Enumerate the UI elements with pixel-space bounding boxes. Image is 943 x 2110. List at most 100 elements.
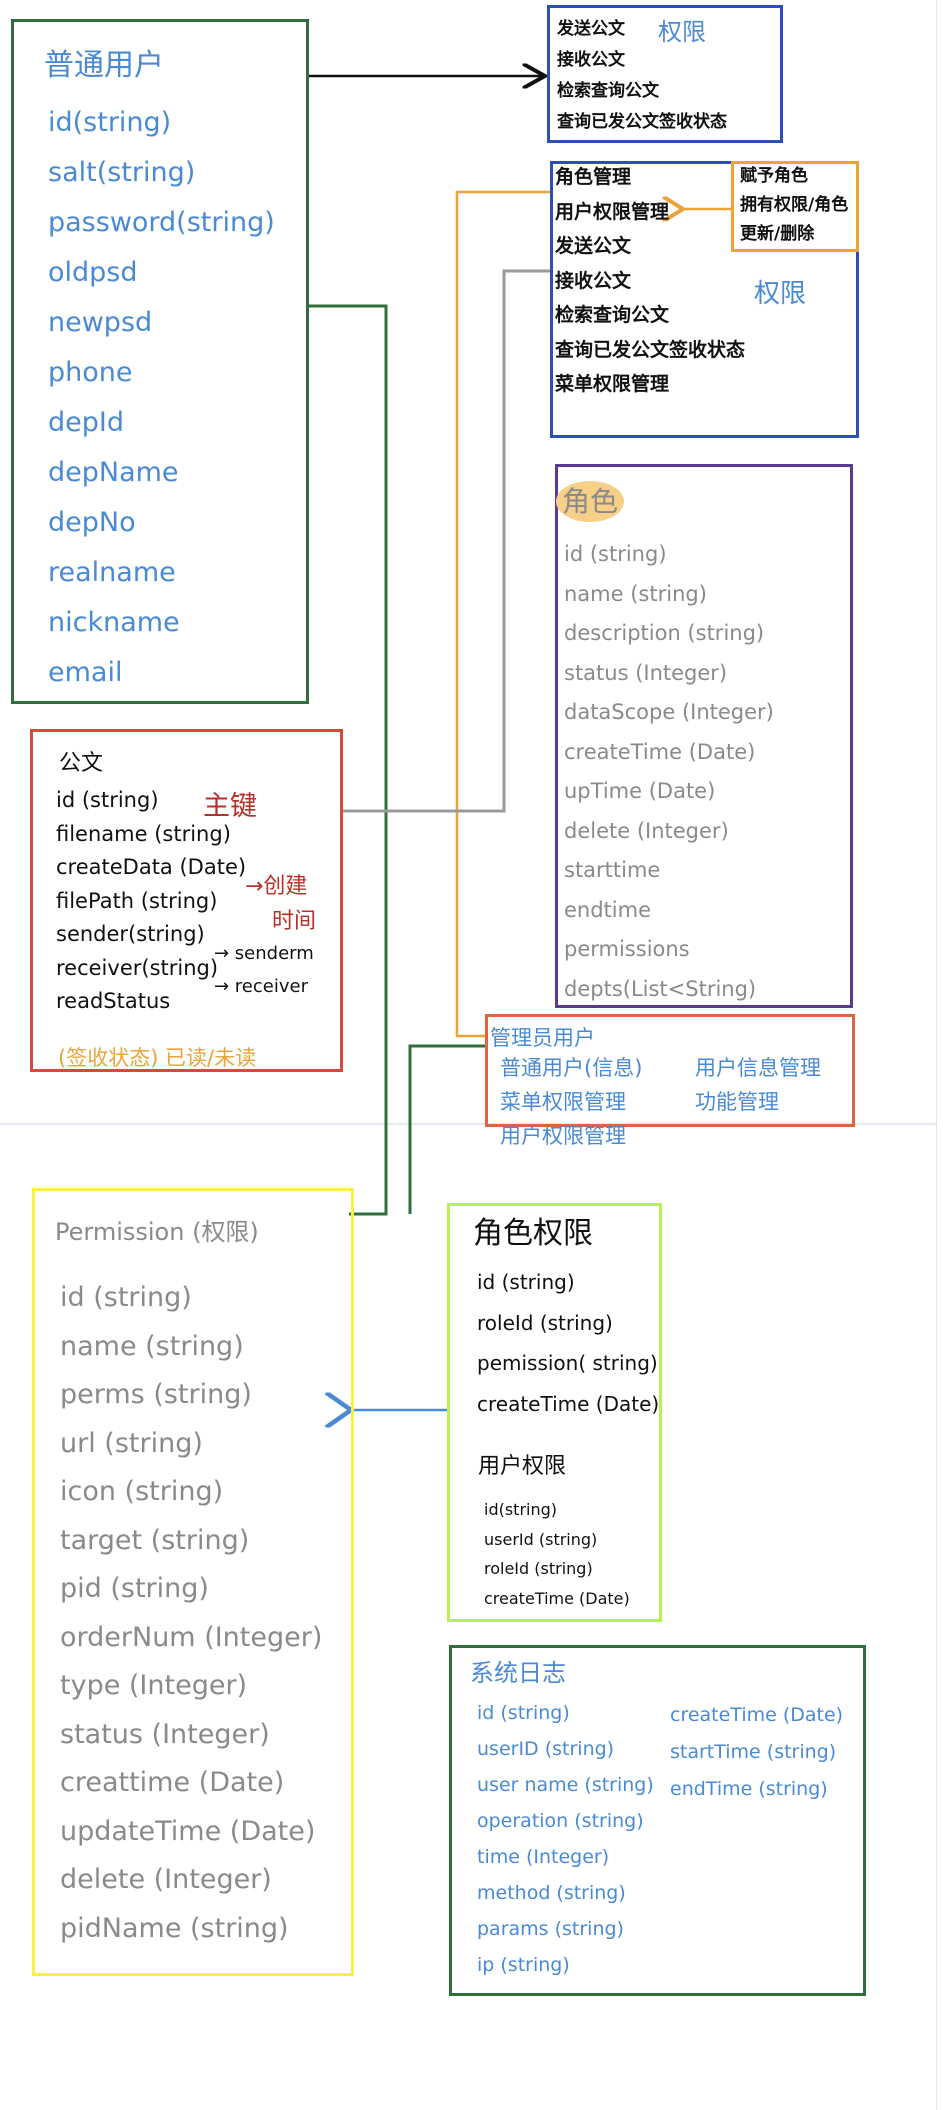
perm-sub-item-row: 更新/删除 — [740, 220, 848, 249]
field-row: user name (string) — [477, 1767, 654, 1803]
field: filename (string) — [56, 821, 231, 846]
admin-item: 菜单权限管理 — [500, 1090, 626, 1114]
perm-main-label: 权限 — [754, 279, 807, 309]
field: url (string) — [60, 1427, 203, 1459]
field: params (string) — [477, 1918, 624, 1940]
field-row: status (Integer) — [60, 1711, 322, 1760]
permission-fields: id (string) name (string) perms (string) ur… — [60, 1274, 322, 1953]
field-row: orderNum (Integer) — [60, 1614, 322, 1663]
admin-item: 用户权限管理 — [500, 1124, 626, 1148]
field-row: dataScope (Integer) — [564, 693, 774, 733]
admin-item: 普通用户(信息) — [500, 1056, 643, 1080]
field: target (string) — [60, 1524, 250, 1556]
role-permission-title: 角色权限 — [473, 1216, 593, 1251]
field: createTime (Date) — [484, 1588, 630, 1608]
perm-item-row: 检索查询公文 — [557, 76, 727, 107]
field-row: name (string) — [564, 575, 774, 615]
field: pidName (string) — [60, 1912, 289, 1944]
field-row: delete (Integer) — [564, 812, 774, 852]
field: dataScope (Integer) — [564, 700, 774, 724]
field: description (string) — [564, 621, 765, 645]
role-permission-fields: id (string) roleId (string) pemission( str… — [477, 1262, 659, 1424]
field: salt(string) — [48, 157, 196, 188]
role-title: 角色 — [556, 481, 625, 522]
field-row: id (string) — [60, 1274, 322, 1323]
permission-title: Permission (权限) — [55, 1218, 259, 1246]
log-right-fields: createTime (Date) startTime (string) endTi… — [670, 1697, 843, 1808]
field-row: salt(string) — [48, 148, 275, 198]
field-row: pidName (string) — [60, 1905, 322, 1954]
field-row: depNo — [48, 498, 275, 548]
field: userID (string) — [477, 1738, 615, 1760]
field: realname — [48, 557, 176, 588]
field: status (Integer) — [564, 660, 728, 685]
perm-item: 菜单权限管理 — [555, 373, 670, 395]
perm-item: 发送公文 — [557, 19, 625, 39]
line-admin-to-permission — [408, 1044, 485, 1214]
field-row: pid (string) — [60, 1565, 322, 1614]
field: name (string) — [564, 581, 707, 606]
field-row: time (Integer) — [477, 1839, 654, 1875]
perm-item-row: 角色管理 — [555, 160, 745, 195]
field-row: userID (string) — [477, 1731, 654, 1767]
field: creattime (Date) — [60, 1767, 285, 1798]
field-row: depId — [48, 398, 275, 448]
field-row: ip (string) — [477, 1947, 654, 1983]
field: id(string) — [48, 107, 172, 138]
perm-item: 查询已发公文签收状态 — [557, 112, 727, 132]
perm-sub-item: 拥有权限/角色 — [740, 195, 849, 215]
field: orderNum (Integer) — [60, 1621, 323, 1653]
field: filePath (string) — [56, 888, 218, 913]
admin-item: 功能管理 — [695, 1090, 779, 1114]
field: id (string) — [477, 1270, 575, 1294]
field-row: createTime (Date) — [670, 1697, 843, 1734]
perm-item-row: 检索查询公文 — [555, 298, 745, 333]
field: receiver(string) — [56, 955, 219, 980]
field: id (string) — [56, 788, 159, 812]
perm-item: 用户权限管理 — [555, 200, 670, 223]
field: phone — [48, 357, 133, 388]
field-row: createTime (Date) — [564, 733, 774, 773]
perm-sub-items: 赋予角色拥有权限/角色 更新/删除 — [740, 162, 848, 249]
admin-item-row: 普通用户(信息) — [500, 1051, 642, 1085]
field-row: phone — [48, 348, 275, 398]
note-receiver: → receiver — [214, 976, 308, 997]
user-permission-title: 用户权限 — [478, 1454, 567, 1479]
field: type (Integer) — [60, 1670, 248, 1701]
field: pemission( string) — [477, 1351, 658, 1375]
note-status: (签收状态) 已读/未读 — [58, 1046, 257, 1070]
field: id (string) — [60, 1282, 192, 1313]
field: id(string) — [484, 1500, 558, 1519]
field: starttime — [564, 858, 661, 882]
field-row: delete (Integer) — [60, 1856, 322, 1905]
note-primary-key: 主键 — [203, 791, 257, 822]
field: endtime — [564, 897, 652, 922]
field: depId — [48, 407, 124, 438]
field: userId (string) — [484, 1529, 598, 1549]
field-row: description (string) — [564, 614, 774, 654]
field-row: name (string) — [60, 1323, 322, 1372]
field: pid (string) — [60, 1573, 209, 1604]
field: upTime (Date) — [564, 779, 716, 803]
field: createTime (Date) — [670, 1704, 844, 1726]
field: id (string) — [564, 542, 667, 566]
field-row: createTime (Date) — [484, 1584, 630, 1614]
field: permissions — [564, 937, 690, 961]
field: time (Integer) — [477, 1846, 610, 1868]
field-row: id(string) — [48, 98, 275, 148]
field: newpsd — [48, 307, 153, 338]
field: createTime (Date) — [477, 1391, 660, 1416]
perm-item-row: 发送公文 — [555, 229, 745, 264]
field: createTime (Date) — [564, 739, 756, 764]
field: createData (Date) — [56, 855, 247, 879]
field-row: roleId (string) — [477, 1303, 659, 1344]
field-row: perms (string) — [60, 1371, 322, 1420]
perm-sub-item: 赋予角色 — [740, 166, 808, 186]
perm-item-row: 接收公文 — [557, 45, 727, 76]
field-row: endTime (string) — [670, 1771, 843, 1808]
perm-top-items: 发送公文接收公文 检索查询公文查询已发公文签收状态 — [557, 14, 727, 138]
field-row: id (string) — [477, 1695, 654, 1731]
perm-sub-item: 更新/删除 — [740, 224, 815, 244]
field-row: url (string) — [60, 1420, 322, 1469]
note-time: 时间 — [272, 909, 317, 934]
